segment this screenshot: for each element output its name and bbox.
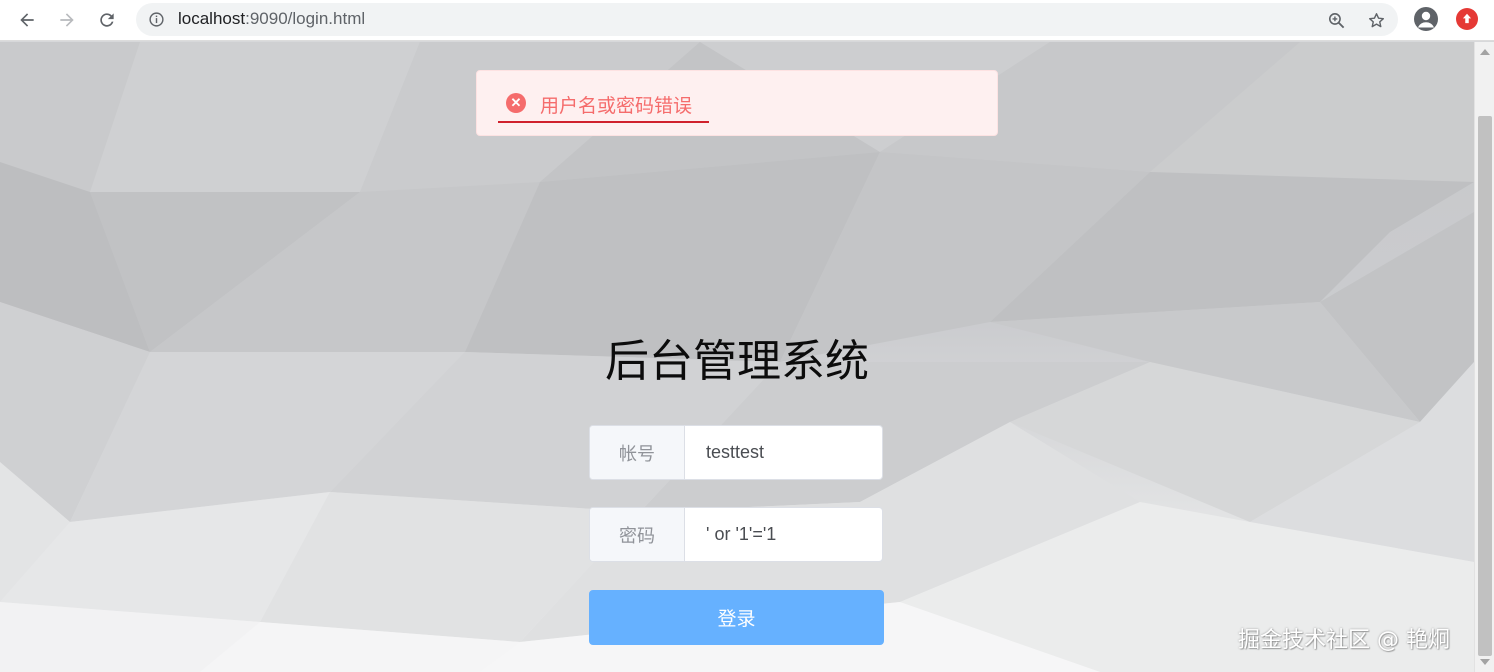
scroll-down-icon[interactable]	[1480, 659, 1490, 665]
username-field: 帐号	[589, 425, 883, 480]
extension-icon[interactable]	[1456, 8, 1478, 30]
error-alert: ✕ 用户名或密码错误	[476, 70, 998, 136]
reload-icon	[100, 13, 114, 27]
username-input[interactable]	[686, 426, 882, 479]
scroll-up-icon[interactable]	[1480, 49, 1490, 55]
forward-button[interactable]	[53, 6, 81, 34]
password-input[interactable]	[686, 508, 882, 561]
arrow-left-icon	[20, 13, 34, 27]
info-icon[interactable]	[148, 11, 165, 28]
error-circle-icon: ✕	[506, 93, 526, 113]
url-path: :9090/login.html	[245, 9, 366, 28]
watermark-text: 掘金技术社区 @ 艳炯	[1238, 628, 1450, 653]
password-label: 密码	[590, 508, 685, 561]
url-host: localhost	[178, 9, 246, 28]
avatar-icon[interactable]	[1414, 7, 1438, 31]
vertical-scrollbar[interactable]	[1474, 42, 1494, 672]
bookmark-button[interactable]	[1365, 9, 1387, 31]
login-button[interactable]: 登录	[589, 590, 884, 645]
username-label: 帐号	[590, 426, 685, 479]
error-underline	[498, 121, 709, 123]
zoom-button[interactable]	[1325, 9, 1347, 31]
url-text[interactable]: localhost:9090/login.html	[178, 9, 365, 29]
error-message: 用户名或密码错误	[540, 95, 693, 117]
arrow-right-icon	[60, 13, 74, 27]
page-title: 后台管理系统	[605, 336, 869, 387]
star-icon	[1368, 12, 1384, 27]
scroll-thumb[interactable]	[1478, 116, 1492, 656]
address-bar[interactable]: localhost:9090/login.html	[136, 3, 1398, 36]
page-content: ✕ 用户名或密码错误 后台管理系统 帐号 密码 登录 掘金技术社区 @ 艳炯	[0, 42, 1474, 672]
browser-toolbar: localhost:9090/login.html	[0, 0, 1494, 41]
reload-button[interactable]	[93, 6, 121, 34]
back-button[interactable]	[13, 6, 41, 34]
password-field: 密码	[589, 507, 883, 562]
zoom-icon	[1328, 12, 1344, 28]
